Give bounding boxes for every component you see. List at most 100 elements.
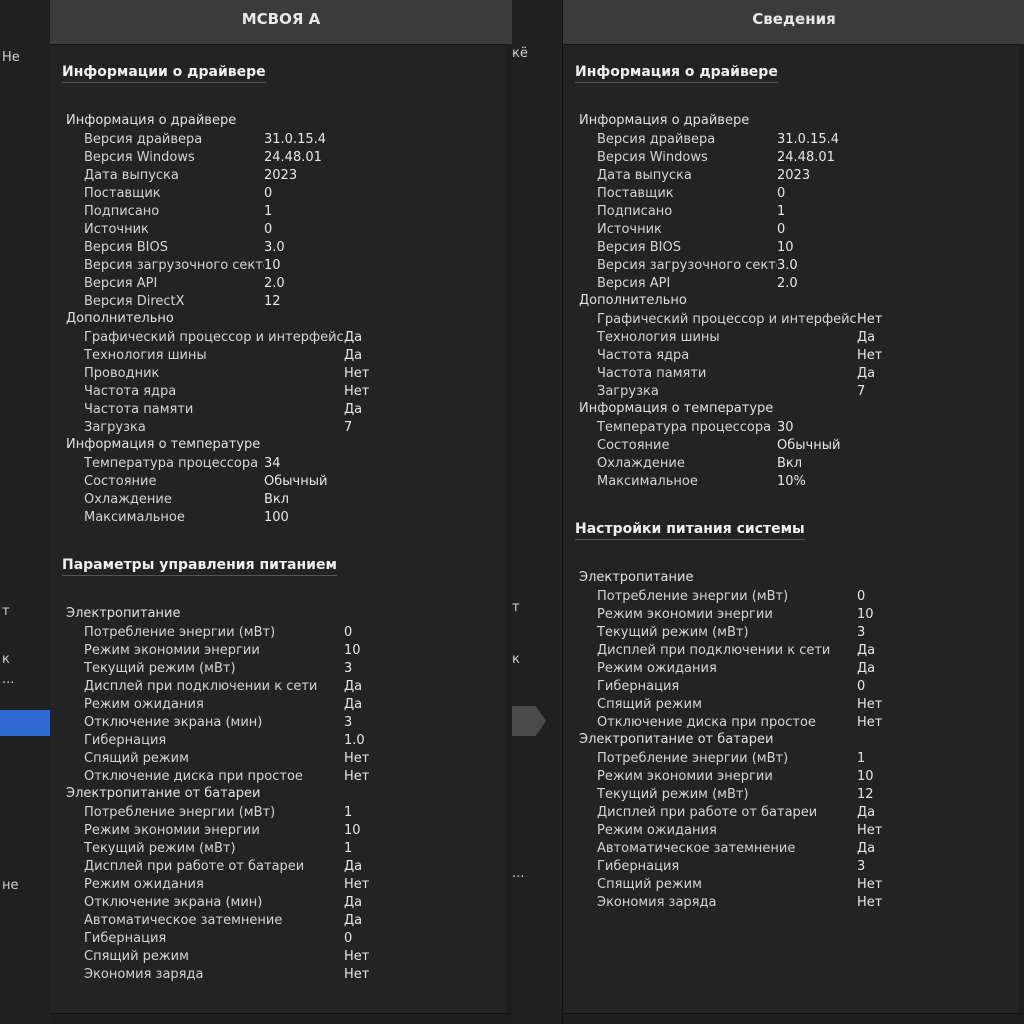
property-value: 10 <box>344 643 361 658</box>
property-row[interactable]: Версия API 2.0 <box>575 275 1019 293</box>
property-row[interactable]: Версия DirectX 12 <box>62 293 506 311</box>
property-name: Графический процессор и интерфейс <box>597 312 857 327</box>
property-row[interactable]: Спящий режим Нет <box>62 750 506 768</box>
property-row[interactable]: Источник 0 <box>575 221 1019 239</box>
property-row[interactable]: Графический процессор и интерфейс Да <box>62 329 506 347</box>
property-row[interactable]: Дисплей при работе от батареи Да <box>575 804 1019 822</box>
property-name: Версия DirectX <box>84 294 185 309</box>
property-name: Версия BIOS <box>84 240 168 255</box>
property-row[interactable]: Режим ожидания Нет <box>575 822 1019 840</box>
property-row[interactable]: Экономия заряда Нет <box>575 894 1019 912</box>
property-row[interactable]: Потребление энергии (мВт) 1 <box>575 750 1019 768</box>
property-row[interactable]: Поставщик 0 <box>62 185 506 203</box>
property-row[interactable]: Источник 0 <box>62 221 506 239</box>
property-row[interactable]: Версия загрузочного сектора3.0 <box>575 257 1019 275</box>
property-row[interactable]: Текущий режим (мВт) 3 <box>62 660 506 678</box>
property-row[interactable]: Версия загрузочного сектора10 <box>62 257 506 275</box>
property-row[interactable]: Экономия заряда Нет <box>62 966 506 984</box>
section-title: Настройки питания системы <box>575 521 805 540</box>
property-row[interactable]: Версия API 2.0 <box>62 275 506 293</box>
property-row[interactable]: Гибернация 0 <box>62 930 506 948</box>
property-row[interactable]: Температура процессора 34 <box>62 455 506 473</box>
property-row[interactable]: Проводник Нет <box>62 365 506 383</box>
property-row[interactable]: Технология шины Да <box>575 329 1019 347</box>
property-row[interactable]: Загрузка 7 <box>62 419 506 437</box>
property-row[interactable]: Режим ожидания Да <box>62 696 506 714</box>
section-title: Информации о драйвере <box>62 64 266 83</box>
property-row[interactable]: Подписано 1 <box>62 203 506 221</box>
property-value: 2.0 <box>777 276 798 291</box>
window-titlebar[interactable]: Сведения <box>563 0 1024 45</box>
property-row[interactable]: Частота памяти Да <box>62 401 506 419</box>
selected-list-item[interactable] <box>512 706 546 736</box>
property-row[interactable]: Поставщик 0 <box>575 185 1019 203</box>
property-row[interactable]: Версия Windows 24.48.01 <box>62 149 506 167</box>
property-row[interactable]: Максимальное 100 <box>62 509 506 527</box>
property-row[interactable]: Потребление энергии (мВт) 0 <box>575 588 1019 606</box>
property-row[interactable]: Дата выпуска 2023 <box>575 167 1019 185</box>
property-row[interactable]: Дисплей при подключении к сети Да <box>575 642 1019 660</box>
property-value: 3.0 <box>777 258 798 273</box>
group-header: Электропитание от батареи <box>66 786 261 801</box>
property-row[interactable]: Графический процессор и интерфейс Нет <box>575 311 1019 329</box>
property-row[interactable]: Отключение экрана (мин) Да <box>62 894 506 912</box>
property-row[interactable]: Спящий режим Нет <box>575 696 1019 714</box>
property-row[interactable]: Потребление энергии (мВт) 1 <box>62 804 506 822</box>
property-row[interactable]: Режим экономии энергии 10 <box>62 642 506 660</box>
property-row[interactable]: Версия Windows 24.48.01 <box>575 149 1019 167</box>
property-row[interactable]: Версия BIOS 3.0 <box>62 239 506 257</box>
property-row[interactable]: Гибернация 0 <box>575 678 1019 696</box>
property-row[interactable]: Технология шины Да <box>62 347 506 365</box>
vertical-scrollbar[interactable] <box>1019 44 1024 1024</box>
selected-list-item[interactable] <box>0 710 50 736</box>
property-row[interactable]: Спящий режим Нет <box>575 876 1019 894</box>
property-row[interactable]: Версия драйвера 31.0.15.4 <box>575 131 1019 149</box>
property-row[interactable]: Дисплей при работе от батареи Да <box>62 858 506 876</box>
property-row[interactable]: Текущий режим (мВт) 12 <box>575 786 1019 804</box>
property-row[interactable]: Режим экономии энергии 10 <box>575 768 1019 786</box>
extra-rows: Графический процессор и интерфейс Нет Техн… <box>575 311 1019 401</box>
property-row[interactable]: Потребление энергии (мВт) 0 <box>62 624 506 642</box>
property-row[interactable]: Режим ожидания Да <box>575 660 1019 678</box>
property-name: Отключение диска при простое <box>84 769 303 784</box>
property-row[interactable]: Режим экономии энергии 10 <box>575 606 1019 624</box>
property-row[interactable]: Дата выпуска 2023 <box>62 167 506 185</box>
property-row[interactable]: Охлаждение Вкл <box>62 491 506 509</box>
property-row[interactable]: Гибернация 1.0 <box>62 732 506 750</box>
property-row[interactable]: Состояние Обычный <box>575 437 1019 455</box>
property-row[interactable]: Автоматическое затемнение Да <box>575 840 1019 858</box>
property-row[interactable]: Версия BIOS 10 <box>575 239 1019 257</box>
property-value: 3.0 <box>264 240 285 255</box>
property-row[interactable]: Охлаждение Вкл <box>575 455 1019 473</box>
property-row[interactable]: Максимальное 10% <box>575 473 1019 491</box>
property-row[interactable]: Дисплей при подключении к сети Да <box>62 678 506 696</box>
property-row[interactable]: Загрузка 7 <box>575 383 1019 401</box>
property-row[interactable]: Подписано 1 <box>575 203 1019 221</box>
property-row[interactable]: Состояние Обычный <box>62 473 506 491</box>
property-row[interactable]: Текущий режим (мВт) 1 <box>62 840 506 858</box>
property-row[interactable]: Текущий режим (мВт) 3 <box>575 624 1019 642</box>
property-row[interactable]: Отключение экрана (мин) 3 <box>62 714 506 732</box>
property-row[interactable]: Отключение диска при простое Нет <box>575 714 1019 732</box>
property-row[interactable]: Отключение диска при простое Нет <box>62 768 506 786</box>
details-window-right: Сведения Информация о драйвере Информаци… <box>562 0 1024 1024</box>
property-value: Нет <box>344 949 370 964</box>
property-row[interactable]: Частота памяти Да <box>575 365 1019 383</box>
property-row[interactable]: Гибернация 3 <box>575 858 1019 876</box>
property-name: Версия Windows <box>597 150 708 165</box>
property-row[interactable]: Частота ядра Нет <box>62 383 506 401</box>
property-name: Дисплей при подключении к сети <box>84 679 318 694</box>
horizontal-scrollbar[interactable] <box>563 1013 1024 1024</box>
property-row[interactable]: Режим экономии энергии 10 <box>62 822 506 840</box>
window-titlebar[interactable]: МСВОЯ А <box>50 0 512 45</box>
horizontal-scrollbar[interactable] <box>50 1013 512 1024</box>
property-row[interactable]: Режим ожидания Нет <box>62 876 506 894</box>
property-row[interactable]: Версия драйвера 31.0.15.4 <box>62 131 506 149</box>
property-row[interactable]: Автоматическое затемнение Да <box>62 912 506 930</box>
property-name: Состояние <box>597 438 670 453</box>
property-row[interactable]: Температура процессора 30 <box>575 419 1019 437</box>
group-header: Дополнительно <box>66 311 174 326</box>
property-value: Да <box>857 841 876 856</box>
property-row[interactable]: Спящий режим Нет <box>62 948 506 966</box>
property-row[interactable]: Частота ядра Нет <box>575 347 1019 365</box>
